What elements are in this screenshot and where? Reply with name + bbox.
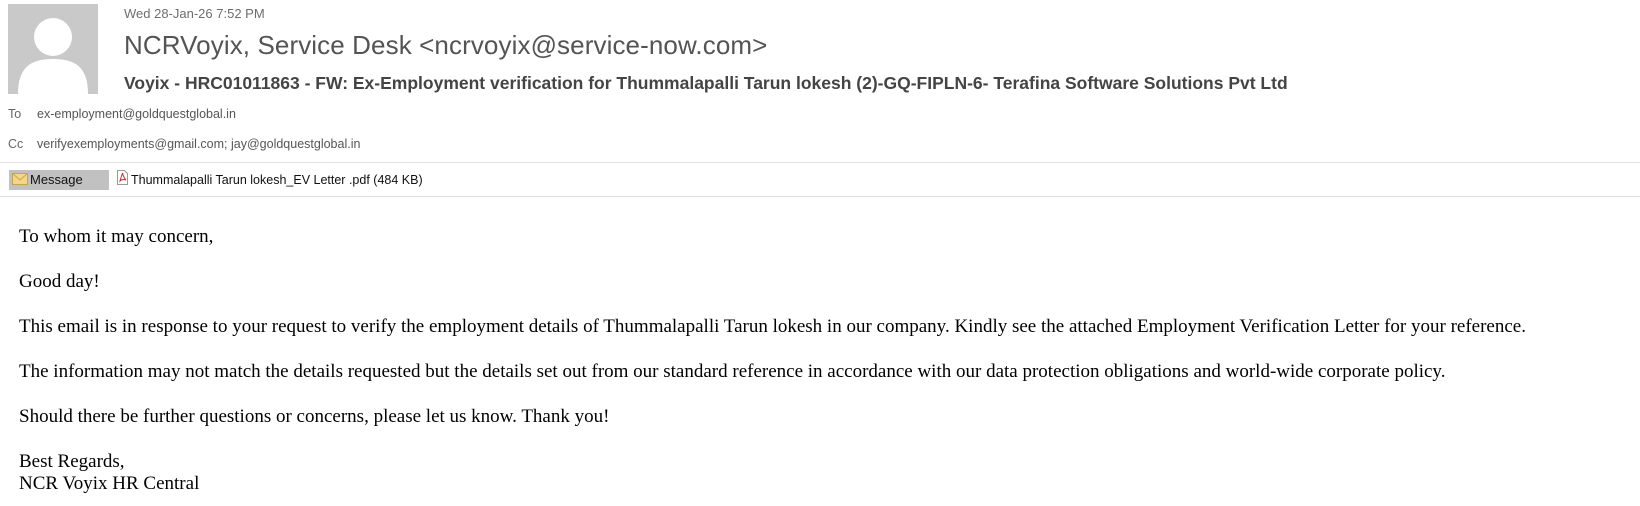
attachment-item[interactable]: Thummalapalli Tarun lokesh_EV Letter .pd…	[117, 170, 423, 190]
to-row: To ex-employment@goldquestglobal.in	[8, 107, 236, 121]
person-placeholder-icon	[8, 4, 98, 94]
sender-name[interactable]: NCRVoyix, Service Desk <ncrvoyix@service…	[124, 30, 767, 61]
to-recipients[interactable]: ex-employment@goldquestglobal.in	[37, 107, 236, 121]
message-tab-label: Message	[30, 172, 83, 187]
attachment-size: (484 KB)	[373, 173, 423, 187]
message-body: To whom it may concern, Good day! This e…	[19, 226, 1639, 495]
sender-avatar	[8, 4, 98, 94]
signature-text: NCR Voyix HR Central	[19, 473, 200, 494]
good-day-text: Good day!	[19, 271, 100, 292]
closing-text: Best Regards,	[19, 451, 125, 472]
cc-row: Cc verifyexemployments@gmail.com; jay@gol…	[8, 137, 360, 151]
email-subject: Voyix - HRC01011863 - FW: Ex-Employment …	[124, 73, 1288, 93]
body-paragraph-1: This email is in response to your reques…	[19, 316, 1526, 337]
sent-date: Wed 28-Jan-26 7:52 PM	[124, 6, 265, 21]
attachment-name: Thummalapalli Tarun lokesh_EV Letter .pd…	[131, 173, 370, 187]
cc-recipients[interactable]: verifyexemployments@gmail.com; jay@goldq…	[37, 137, 360, 151]
attachment-divider	[0, 196, 1640, 197]
to-label: To	[8, 107, 22, 121]
body-paragraph-3: Should there be further questions or con…	[19, 406, 610, 427]
cc-label: Cc	[8, 137, 24, 151]
envelope-icon	[12, 171, 28, 191]
greeting-text: To whom it may concern,	[19, 226, 214, 247]
message-tab[interactable]: Message	[9, 170, 109, 190]
body-paragraph-2: The information may not match the detail…	[19, 361, 1446, 382]
header-divider	[0, 162, 1640, 163]
pdf-file-icon	[117, 170, 128, 191]
